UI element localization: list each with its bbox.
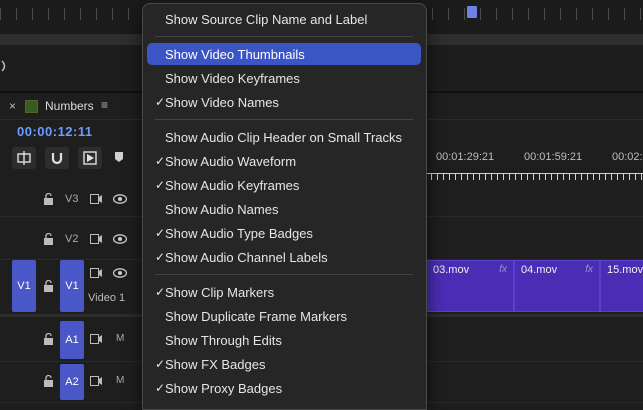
ruler-time-label: 00:02:2 [612,151,643,163]
sync-lock-icon[interactable] [90,334,102,344]
magnet-icon [51,153,63,165]
checkmark-icon: ✓ [154,95,165,109]
checkmark-icon: ✓ [154,381,165,395]
insert-overwrite-nest-button[interactable] [12,147,36,169]
eye-icon[interactable] [113,194,127,204]
lock-icon[interactable] [43,375,54,387]
target-patch-a1[interactable]: A1 [60,321,84,359]
checkmark-icon: ✓ [154,226,165,240]
menu-item-show-source-clip-name[interactable]: Show Source Clip Name and Label [147,8,421,30]
linked-selection-icon [83,151,97,165]
target-patch-a2[interactable]: A2 [60,364,84,400]
sync-lock-icon[interactable] [90,268,102,278]
sync-lock-icon[interactable] [90,234,102,244]
playhead-timecode[interactable]: 00:00:12:11 [17,124,93,139]
menu-separator [155,274,413,275]
mute-button[interactable]: M [116,375,124,386]
checkmark-icon: ✓ [154,285,165,299]
video-clip[interactable]: 03.mov fx [426,260,514,312]
lock-icon[interactable] [43,193,54,205]
track-name[interactable]: Video 1 [88,292,125,304]
checkmark-icon: ✓ [154,357,165,371]
fx-badge-icon: fx [585,264,593,275]
menu-item-show-through-edits[interactable]: Show Through Edits [147,329,421,351]
checkmark-icon: ✓ [154,250,165,264]
clip-name: 15.mov [607,264,643,276]
video-clip[interactable]: 04.mov fx [514,260,600,312]
track-label: V2 [65,233,79,245]
lock-icon[interactable] [43,280,54,292]
menu-item-show-audio-keyframes[interactable]: ✓ Show Audio Keyframes [147,174,421,196]
clip-name: 03.mov [433,264,470,276]
menu-item-show-audio-type-badges[interactable]: ✓ Show Audio Type Badges [147,222,421,244]
sequence-name: Numbers [45,99,94,113]
volume-icon[interactable] [0,58,12,74]
ruler-time-label: 00:01:59:21 [524,151,583,163]
sync-lock-icon[interactable] [90,194,102,204]
close-icon[interactable]: × [9,99,16,113]
monitor-playhead[interactable] [467,6,477,18]
menu-separator [155,119,413,120]
track-label: V3 [65,193,79,205]
menu-item-show-audio-clip-header[interactable]: Show Audio Clip Header on Small Tracks [147,126,421,148]
target-patch-v1[interactable]: V1 [60,260,84,312]
eye-icon[interactable] [113,234,127,244]
nest-icon [17,151,31,165]
linked-selection-button[interactable] [78,147,102,169]
menu-item-show-clip-markers[interactable]: ✓ Show Clip Markers [147,281,421,303]
checkmark-icon: ✓ [154,178,165,192]
lock-icon[interactable] [43,233,54,245]
snap-button[interactable] [45,147,69,169]
sync-lock-icon[interactable] [90,376,102,386]
fx-badge-icon: fx [499,264,507,275]
menu-item-show-fx-badges[interactable]: ✓ Show FX Badges [147,353,421,375]
menu-item-show-audio-channel-labels[interactable]: ✓ Show Audio Channel Labels [147,246,421,268]
menu-item-show-video-names[interactable]: ✓ Show Video Names [147,91,421,113]
sequence-color-swatch [25,100,38,113]
source-patch-v1[interactable]: V1 [12,260,36,312]
menu-item-show-proxy-badges[interactable]: ✓ Show Proxy Badges [147,377,421,399]
mute-button[interactable]: M [116,333,124,344]
add-marker-icon[interactable] [114,151,124,163]
menu-item-show-video-thumbnails[interactable]: Show Video Thumbnails [147,43,421,65]
panel-menu-icon[interactable]: ≡ [101,98,108,112]
menu-item-show-video-keyframes[interactable]: Show Video Keyframes [147,67,421,89]
clip-name: 04.mov [521,264,558,276]
menu-item-show-duplicate-frame-markers[interactable]: Show Duplicate Frame Markers [147,305,421,327]
ruler-time-label: 00:01:29:21 [436,151,495,163]
timeline-display-settings-menu: Show Source Clip Name and Label Show Vid… [142,3,427,410]
menu-separator [155,36,413,37]
lock-icon[interactable] [43,333,54,345]
work-area-bar[interactable] [425,173,643,180]
checkmark-icon: ✓ [154,154,165,168]
eye-icon[interactable] [113,268,127,278]
menu-item-show-audio-waveform[interactable]: ✓ Show Audio Waveform [147,150,421,172]
menu-item-show-audio-names[interactable]: Show Audio Names [147,198,421,220]
video-clip[interactable]: 15.mov [600,260,643,312]
